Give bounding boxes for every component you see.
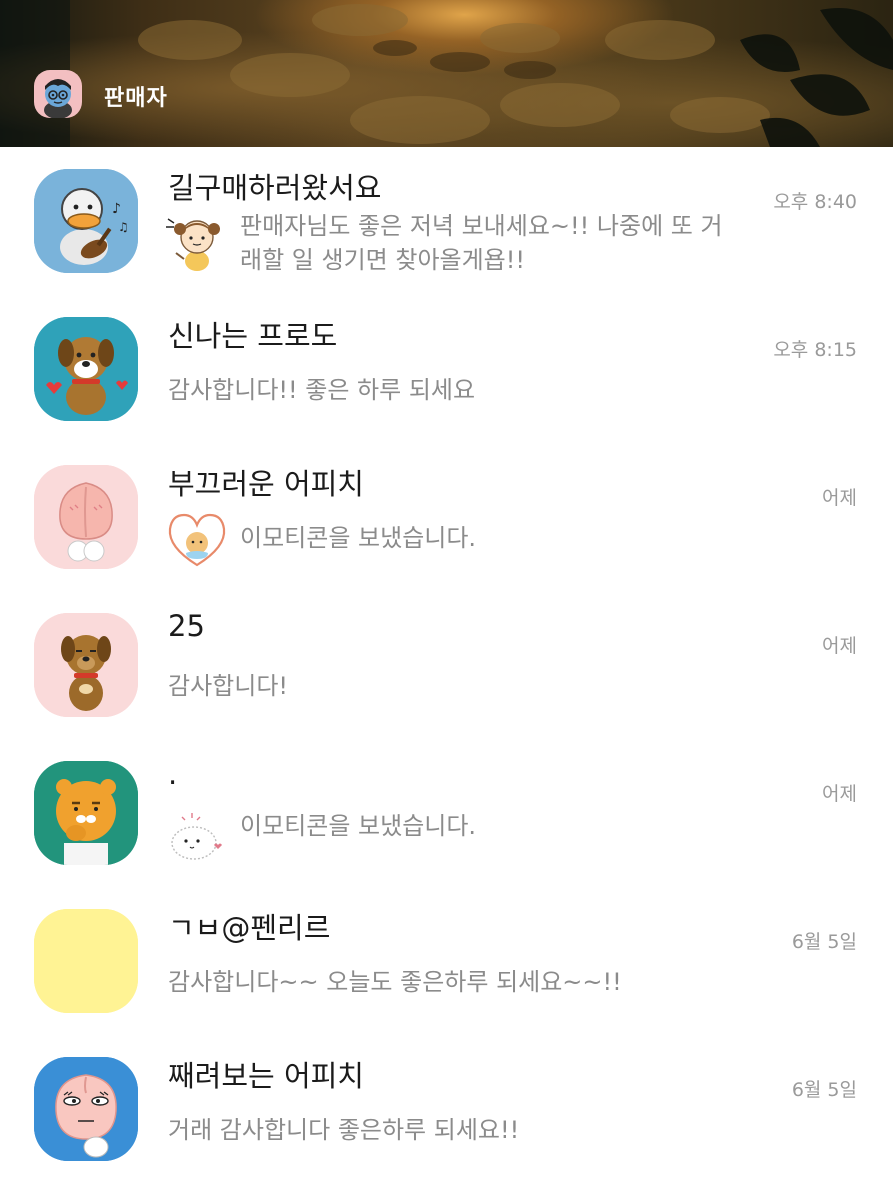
chat-name: . [168, 757, 178, 791]
chat-name: 째려보는 어피치 [168, 1059, 364, 1093]
chat-avatar[interactable]: ♪ ♫ [34, 169, 138, 273]
boy-character-avatar-icon [44, 79, 72, 118]
chat-name: 길구매하러왔서요 [168, 171, 382, 205]
chat-avatar[interactable] [34, 613, 138, 717]
chat-avatar[interactable] [34, 1057, 138, 1161]
chat-item-2[interactable]: 부끄러운 어피치 어제 이모티콘을 보냈습니다. [0, 443, 893, 591]
apeach-glare-avatar-icon [34, 1057, 138, 1161]
chat-time: 6월 5일 [791, 1079, 857, 1101]
chat-time: 어제 [822, 783, 857, 805]
chat-message-preview: 이모티콘을 보냈습니다. [240, 524, 477, 552]
heart-emoticon-icon [168, 513, 226, 567]
chat-item-1[interactable]: 신나는 프로도 오후 8:15 감사합니다!! 좋은 하루 되세요 [0, 295, 893, 443]
chat-avatar[interactable] [34, 317, 138, 421]
chat-avatar[interactable] [34, 909, 138, 1013]
chat-avatar[interactable] [34, 465, 138, 569]
chat-item-4[interactable]: . 어제 이모티콘을 보냈습니다. [0, 739, 893, 887]
chat-message-preview: 감사합니다!! 좋은 하루 되세요 [168, 376, 476, 404]
chat-name: 25 [168, 609, 205, 643]
profile-name: 판매자 [104, 86, 168, 111]
header-background-image [0, 0, 893, 147]
chat-name: 신나는 프로도 [168, 319, 338, 353]
chat-item-5[interactable]: ㄱㅂ@펜리르 6월 5일 감사합니다~~ 오늘도 좋은하루 되세요~~!! [0, 887, 893, 1035]
chat-list: ♪ ♫ 길구매하러왔서요 오후 8:40 판매자님도 좋은 저녁 보내세요~!!… [0, 147, 893, 1183]
dog-character-avatar-icon [34, 613, 138, 717]
chat-message-preview: 감사합니다~~ 오늘도 좋은하루 되세요~~!! [168, 968, 622, 996]
ryan-avatar-icon [34, 761, 138, 865]
chat-time: 오후 8:40 [773, 191, 857, 213]
profile-header: 판매자 [0, 0, 893, 147]
chat-name: ㄱㅂ@펜리르 [168, 911, 331, 945]
profile-avatar[interactable] [34, 70, 82, 118]
chat-avatar[interactable] [34, 761, 138, 865]
chat-item-6[interactable]: 째려보는 어피치 6월 5일 거래 감사합니다 좋은하루 되세요!! [0, 1035, 893, 1183]
chat-message-preview: 이모티콘을 보냈습니다. [240, 812, 477, 840]
svg-text:♪: ♪ [112, 201, 121, 217]
chat-message-preview: 거래 감사합니다 좋은하루 되세요!! [168, 1116, 520, 1144]
chat-time: 어제 [822, 487, 857, 509]
girl-sticker-icon [166, 218, 220, 271]
chat-time: 어제 [822, 635, 857, 657]
chat-message-preview: 감사합니다! [168, 672, 289, 700]
white-bear-emoticon-icon [171, 813, 222, 860]
chat-time: 오후 8:15 [773, 339, 857, 361]
apeach-avatar-icon [34, 465, 138, 569]
chat-name: 부끄러운 어피치 [168, 467, 364, 501]
duck-guitar-avatar-icon: ♪ ♫ [34, 169, 138, 273]
chat-item-3[interactable]: 25 어제 감사합니다! [0, 591, 893, 739]
chat-time: 6월 5일 [791, 931, 857, 953]
chat-item-0[interactable]: ♪ ♫ 길구매하러왔서요 오후 8:40 판매자님도 좋은 저녁 보내세요~!!… [0, 147, 893, 295]
blank-yellow-avatar-icon [34, 909, 138, 1013]
frodo-dog-avatar-icon [34, 317, 138, 421]
svg-text:♫: ♫ [118, 220, 129, 234]
chat-message-preview: 판매자님도 좋은 저녁 보내세요~!! 나중에 또 거래할 일 생기면 찾아올게… [240, 212, 723, 274]
